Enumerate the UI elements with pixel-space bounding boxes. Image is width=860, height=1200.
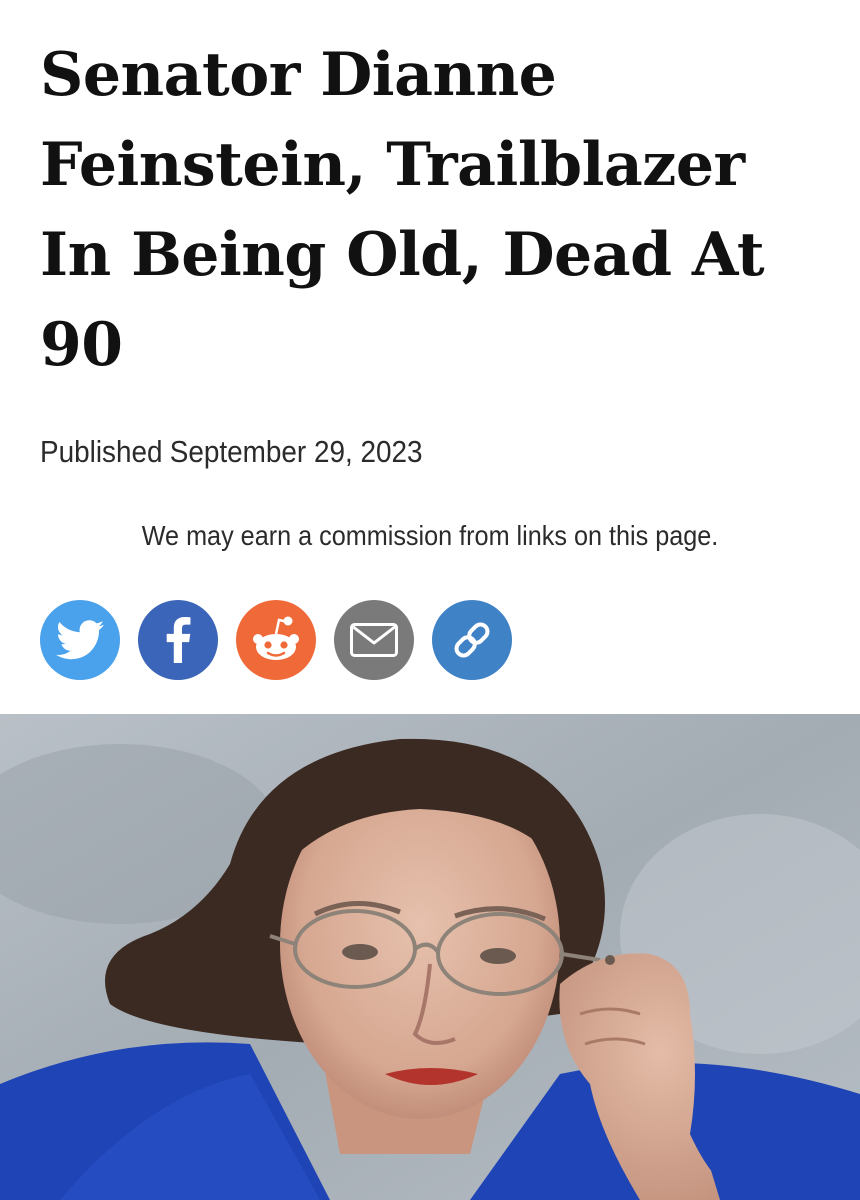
affiliate-disclosure: We may earn a commission from links on t… bbox=[141, 520, 719, 551]
envelope-icon bbox=[350, 623, 398, 657]
link-icon bbox=[450, 618, 494, 662]
share-facebook-button[interactable] bbox=[138, 600, 218, 680]
share-buttons bbox=[40, 600, 512, 680]
article-hero-image bbox=[0, 714, 860, 1200]
share-email-button[interactable] bbox=[334, 600, 414, 680]
share-reddit-button[interactable] bbox=[236, 600, 316, 680]
article-page: Senator Dianne Feinstein, Trailblazer In… bbox=[0, 0, 860, 1200]
published-line: Published September 29, 2023 bbox=[40, 434, 423, 470]
published-label: Published bbox=[40, 434, 163, 469]
facebook-f-icon bbox=[164, 617, 192, 663]
twitter-bird-icon bbox=[56, 620, 104, 660]
share-twitter-button[interactable] bbox=[40, 600, 120, 680]
published-date: September 29, 2023 bbox=[169, 434, 423, 469]
reddit-alien-icon bbox=[248, 615, 304, 665]
share-link-button[interactable] bbox=[432, 600, 512, 680]
article-headline: Senator Dianne Feinstein, Trailblazer In… bbox=[40, 40, 765, 380]
